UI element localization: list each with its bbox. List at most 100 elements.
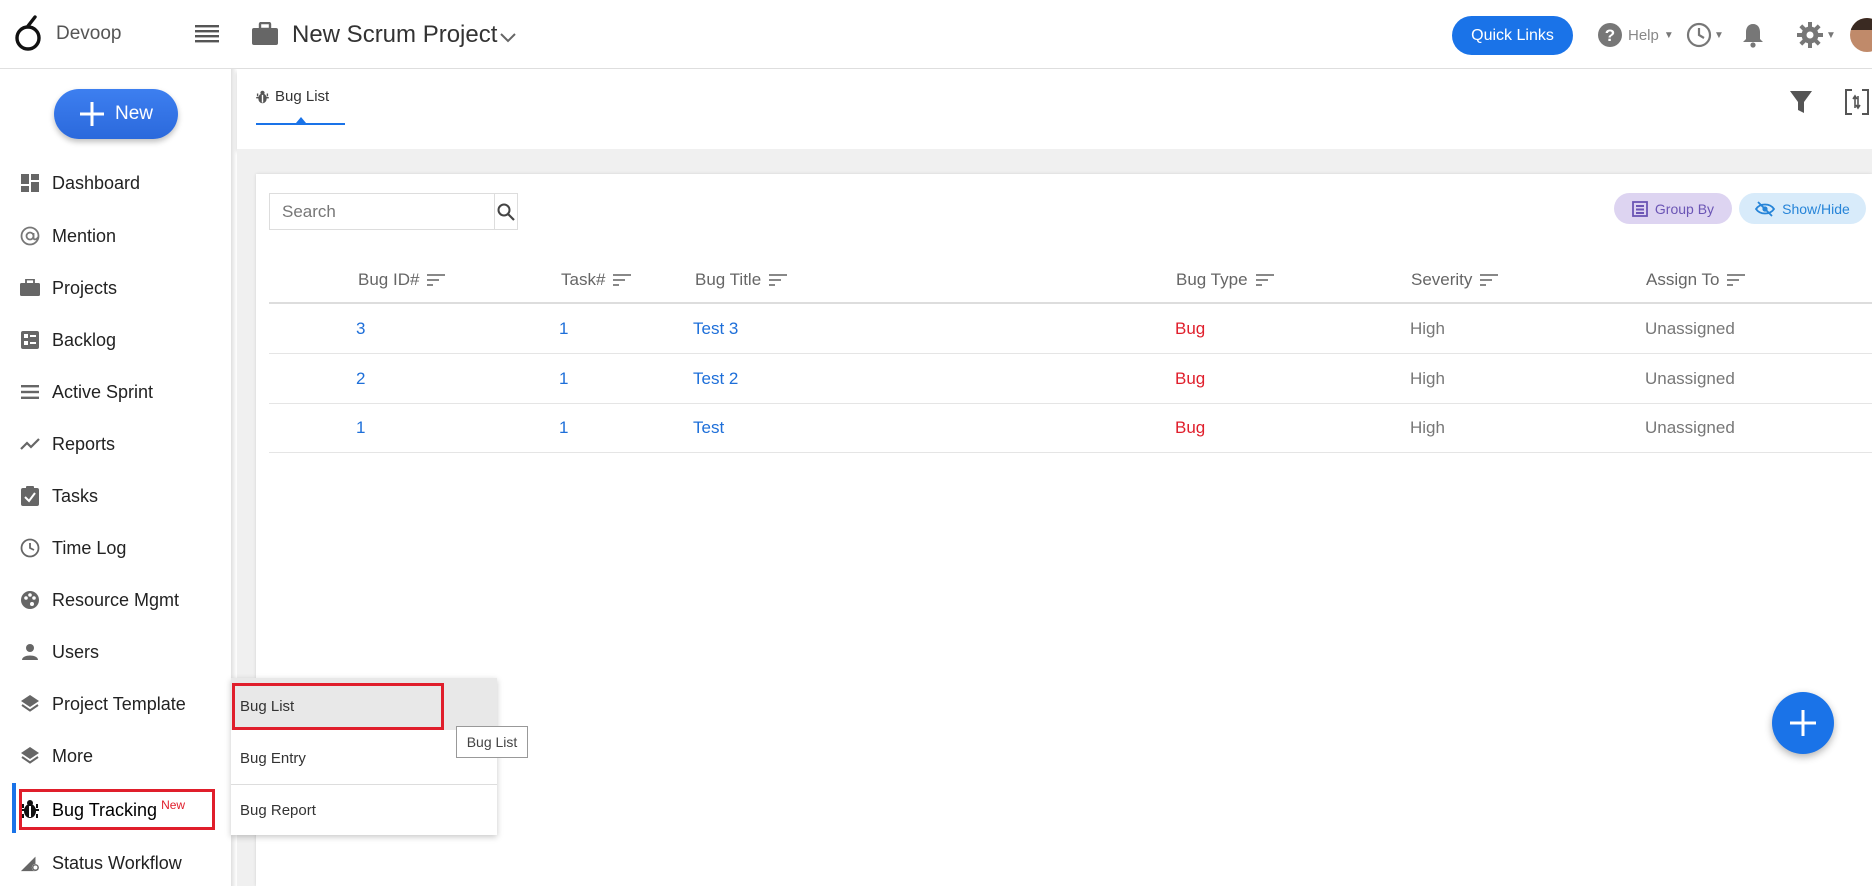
add-bug-fab[interactable]: [1772, 692, 1834, 754]
sort-icon[interactable]: [1255, 273, 1274, 287]
filter-icon[interactable]: [1790, 91, 1812, 120]
sort-icon[interactable]: [427, 273, 446, 287]
column-label: Bug Title: [695, 270, 762, 289]
clock-icon: [1686, 22, 1712, 48]
sidebar-item-backlog[interactable]: Backlog: [0, 320, 231, 360]
user-icon: [20, 642, 40, 662]
sidebar-item-status-workflow[interactable]: Status Workflow: [0, 843, 231, 883]
help-menu[interactable]: ? Help ▼: [1597, 22, 1674, 48]
bug-list-card: [256, 174, 1872, 886]
tab-bug-list[interactable]: Bug List: [256, 88, 329, 105]
sidebar-item-dashboard[interactable]: Dashboard: [0, 163, 231, 203]
sidebar-item-more[interactable]: More: [0, 736, 231, 776]
help-icon: ?: [1598, 23, 1622, 47]
column-label: Bug ID#: [358, 270, 420, 289]
sidebar-item-project-template[interactable]: Project Template: [0, 684, 231, 724]
sidebar-item-resource-mgmt[interactable]: Resource Mgmt: [0, 580, 231, 620]
task-cell[interactable]: 1: [559, 369, 568, 389]
backlog-icon: [20, 330, 40, 350]
highlight-box: [232, 683, 444, 730]
caret-down-icon: ▼: [1826, 29, 1836, 41]
bug-title-cell[interactable]: Test 2: [693, 369, 738, 389]
column-header-assign-to[interactable]: Assign To: [1646, 270, 1746, 290]
sort-icon[interactable]: [613, 273, 632, 287]
top-header: Devoop New Scrum Project Quick Links ? H…: [0, 0, 1872, 69]
sidebar-item-label: Projects: [52, 277, 118, 298]
severity-cell: High: [1410, 418, 1445, 437]
search-input[interactable]: [270, 194, 494, 229]
bug-id-cell[interactable]: 3: [356, 319, 365, 339]
gear-icon: [1797, 22, 1823, 48]
task-cell[interactable]: 1: [559, 418, 568, 438]
recent-menu[interactable]: ▼: [1686, 22, 1724, 48]
sidebar-item-projects[interactable]: Projects: [0, 268, 231, 308]
sidebar-item-label: Mention: [52, 225, 117, 246]
svg-text:?: ?: [1605, 26, 1615, 45]
sidebar-item-active-sprint[interactable]: Active Sprint: [0, 372, 231, 412]
chevron-down-icon[interactable]: [500, 30, 516, 48]
column-header-bug-title[interactable]: Bug Title: [695, 270, 788, 290]
menu-toggle-icon[interactable]: [195, 24, 219, 49]
notification-bell-icon[interactable]: [1742, 22, 1764, 53]
sidebar-item-label: More: [52, 745, 94, 766]
sidebar-item-label: Resource Mgmt: [52, 589, 180, 610]
submenu-item-bug-report[interactable]: Bug Report: [231, 785, 497, 835]
column-header-bug-type[interactable]: Bug Type: [1176, 270, 1274, 290]
bug-type-cell: Bug: [1175, 369, 1206, 388]
new-button[interactable]: New: [54, 89, 178, 139]
column-label: Severity: [1411, 270, 1473, 289]
sort-icon[interactable]: [1480, 273, 1499, 287]
show-hide-label: Show/Hide: [1782, 200, 1850, 217]
highlight-box: [19, 789, 215, 830]
list-icon: [20, 382, 40, 402]
new-button-label: New: [114, 103, 153, 124]
clipboard-icon: [20, 486, 40, 506]
sidebar-item-tasks[interactable]: Tasks: [0, 476, 231, 516]
submenu-item-label: Bug Entry: [240, 749, 306, 767]
tooltip: Bug List: [456, 726, 528, 758]
bug-title-cell[interactable]: Test: [693, 418, 724, 438]
sidebar-item-mention[interactable]: Mention: [0, 216, 231, 256]
submenu-item-label: Bug Report: [240, 801, 316, 819]
bug-id-cell[interactable]: 1: [356, 418, 365, 438]
project-title[interactable]: New Scrum Project: [292, 21, 497, 49]
sidebar-item-label: Reports: [52, 433, 116, 454]
search-icon: [497, 203, 515, 221]
brand-logo[interactable]: Devoop: [14, 14, 122, 54]
bug-title-cell[interactable]: Test 3: [693, 319, 738, 339]
search-box: [269, 193, 518, 230]
sidebar-item-time-log[interactable]: Time Log: [0, 528, 231, 568]
dashboard-icon: [20, 173, 40, 193]
column-label: Assign To: [1646, 270, 1720, 289]
expand-icon[interactable]: [1844, 88, 1870, 121]
help-label: Help: [1628, 26, 1659, 44]
task-cell[interactable]: 1: [559, 319, 568, 339]
column-header-task[interactable]: Task#: [561, 270, 632, 290]
sidebar-item-label: Time Log: [52, 537, 127, 558]
sidebar-item-reports[interactable]: Reports: [0, 424, 231, 464]
user-avatar[interactable]: [1850, 18, 1872, 52]
devoop-logo-icon: [15, 15, 41, 51]
show-hide-button[interactable]: Show/Hide: [1739, 193, 1866, 224]
column-header-severity[interactable]: Severity: [1411, 270, 1499, 290]
severity-cell: High: [1410, 369, 1445, 388]
quick-links-button[interactable]: Quick Links: [1452, 16, 1573, 55]
tab-underline: [256, 123, 345, 125]
tab-label: Bug List: [275, 88, 330, 105]
bug-id-cell[interactable]: 2: [356, 369, 365, 389]
group-by-button[interactable]: Group By: [1614, 193, 1732, 224]
column-label: Task#: [561, 270, 606, 289]
sort-icon[interactable]: [1727, 273, 1746, 287]
sidebar-item-users[interactable]: Users: [0, 632, 231, 672]
assign-to-cell: Unassigned: [1645, 319, 1735, 338]
search-button[interactable]: [494, 194, 517, 229]
bug-type-cell: Bug: [1175, 418, 1206, 437]
sidebar-item-label: Status Workflow: [52, 852, 182, 873]
sidebar-item-label: Active Sprint: [52, 381, 154, 402]
sort-icon[interactable]: [769, 273, 788, 287]
column-label: Bug Type: [1176, 270, 1248, 289]
briefcase-icon: [20, 278, 40, 298]
settings-menu[interactable]: ▼: [1796, 21, 1836, 49]
column-header-bug-id[interactable]: Bug ID#: [358, 270, 446, 290]
layers-icon: [20, 746, 40, 766]
